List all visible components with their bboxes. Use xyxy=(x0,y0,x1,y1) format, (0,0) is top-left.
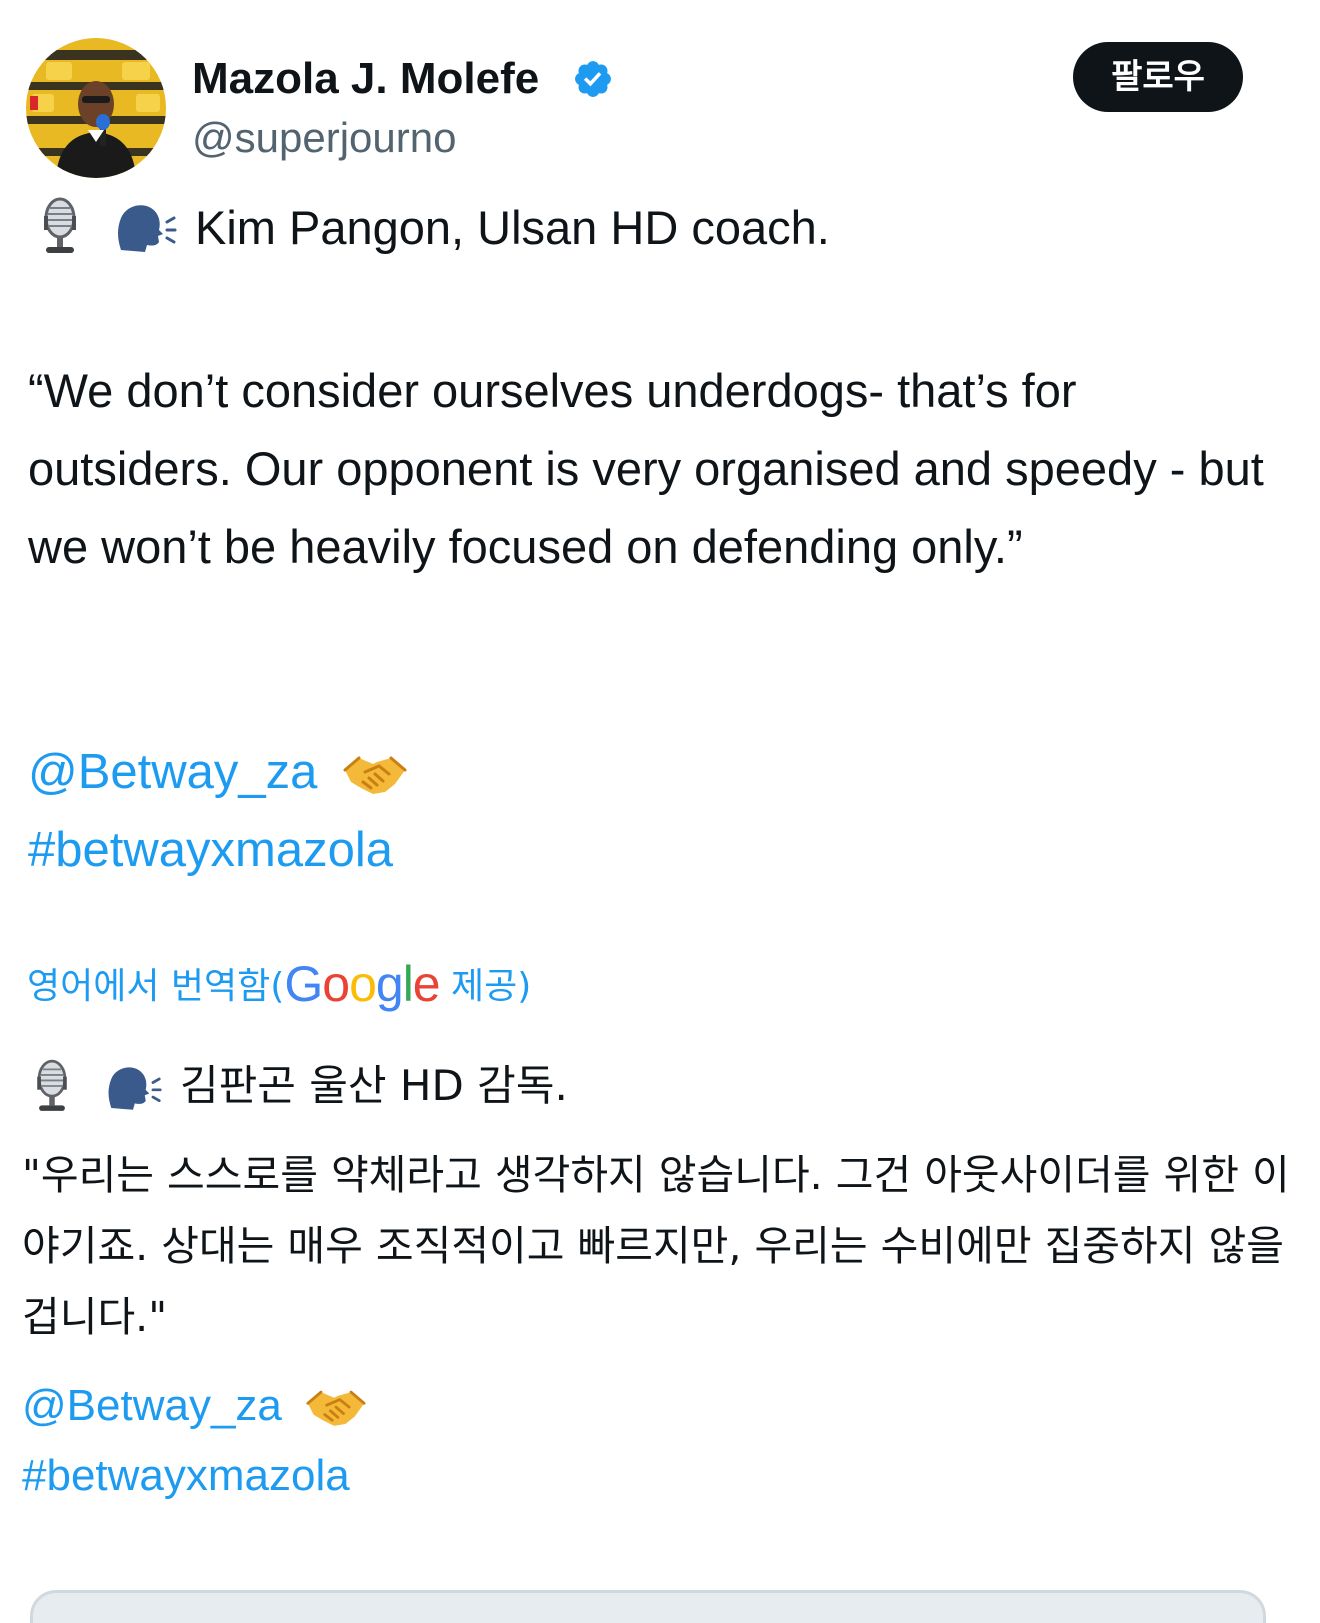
tweet-headline: Kim Pangon, Ulsan HD coach. xyxy=(195,201,830,254)
mention-link[interactable]: @Betway_za xyxy=(28,745,317,799)
google-logo: Google xyxy=(284,956,440,1012)
translation-attribution[interactable]: 영어에서 번역함(Google 제공) xyxy=(27,958,531,1013)
speaking-head-icon xyxy=(113,200,177,256)
mention-line: @Betway_za xyxy=(28,744,407,800)
translated-hashtag-link[interactable]: #betwayxmazola xyxy=(22,1451,350,1500)
hashtag-line: #betwayxmazola xyxy=(28,822,393,878)
author-avatar[interactable] xyxy=(26,38,166,178)
translation-label-suffix: 제공) xyxy=(439,966,532,1007)
translation-label-prefix: 영어에서 번역함( xyxy=(27,966,285,1007)
handshake-icon xyxy=(306,1391,366,1427)
translated-mention-link[interactable]: @Betway_za xyxy=(22,1381,282,1430)
media-card[interactable] xyxy=(30,1590,1266,1623)
tweet-quote: “We don’t consider ourselves underdogs- … xyxy=(28,364,1264,573)
speaking-head-icon xyxy=(104,1062,162,1114)
author-name[interactable]: Mazola J. Molefe xyxy=(192,54,539,104)
handshake-icon xyxy=(343,756,407,795)
studio-microphone-icon xyxy=(34,196,86,256)
studio-microphone-icon xyxy=(28,1058,76,1114)
author-handle[interactable]: @superjourno xyxy=(192,114,456,162)
hashtag-link[interactable]: #betwayxmazola xyxy=(28,823,393,877)
translated-hashtag-line: #betwayxmazola xyxy=(22,1450,350,1502)
translated-quote: "우리는 스스로를 약체라고 생각하지 않습니다. 그건 아웃사이더를 위한 이… xyxy=(22,1151,1290,1341)
translated-mention-line: @Betway_za xyxy=(22,1380,366,1432)
translated-headline: 김판곤 울산 HD 감독. xyxy=(180,1061,568,1110)
verified-badge-icon xyxy=(575,61,611,97)
follow-button[interactable]: 팔로우 xyxy=(1073,42,1243,112)
